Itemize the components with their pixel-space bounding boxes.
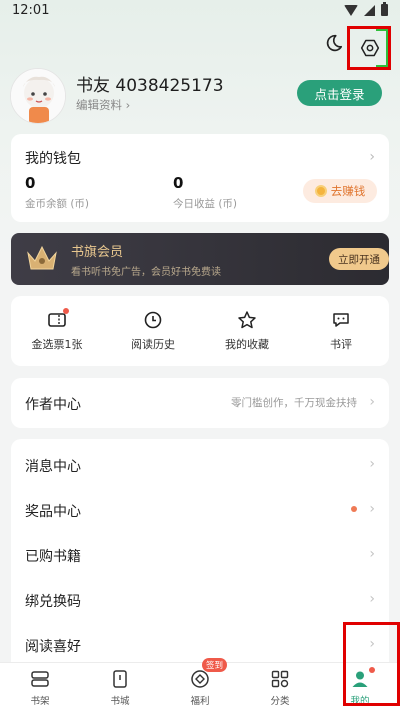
chevron-right-icon: › — [125, 98, 131, 112]
today-earnings-label: 今日收益 (币) — [173, 198, 238, 210]
menu-list: 消息中心 › 奖品中心 › 已购书籍 › 绑兑换码 › 阅读喜好 › — [11, 439, 389, 669]
vip-open-button[interactable]: 立即开通 — [329, 248, 389, 270]
chevron-right-icon: › — [369, 501, 375, 517]
status-bar: 12:01 — [0, 0, 400, 24]
menu-item-prizes[interactable]: 奖品中心 › — [11, 486, 389, 531]
menu-item-label: 绑兑换码 — [25, 594, 81, 610]
quick-item-label: 我的收藏 — [225, 338, 269, 351]
quick-actions-card: 金选票1张 阅读历史 我的收藏 书评 — [11, 296, 389, 366]
bookstore-icon — [113, 670, 127, 688]
status-time: 12:01 — [12, 3, 50, 18]
star-icon — [238, 311, 256, 329]
vip-subtitle: 看书听书免广告，会员好书免费读 — [71, 267, 221, 278]
category-icon — [271, 670, 289, 688]
quick-item-favorites[interactable]: 我的收藏 — [207, 310, 287, 352]
chevron-right-icon: › — [369, 591, 375, 607]
clock-icon — [144, 311, 162, 329]
menu-item-redeem-code[interactable]: 绑兑换码 › — [11, 576, 389, 621]
notification-dot — [351, 506, 357, 512]
author-center-row[interactable]: 作者中心 零门槛创作，千万现金扶持 › — [11, 378, 389, 428]
edit-profile-link[interactable]: 编辑资料 › — [76, 97, 130, 113]
earn-money-button[interactable]: 去赚钱 — [303, 179, 377, 203]
sign-in-badge: 签到 — [202, 658, 228, 672]
bottom-nav: 书架 书城 签到 福利 分类 我的 — [0, 658, 400, 712]
quick-item-reviews[interactable]: 书评 — [301, 310, 381, 352]
menu-item-reading-preference[interactable]: 阅读喜好 › — [11, 621, 389, 666]
crown-icon — [27, 245, 57, 270]
vip-banner[interactable]: 书旗会员 看书听书免广告，会员好书免费读 立即开通 — [11, 233, 389, 285]
nav-label: 分类 — [270, 696, 290, 707]
nav-category[interactable]: 分类 — [250, 669, 310, 707]
chevron-right-icon: › — [369, 546, 375, 562]
coin-balance-value: 0 — [25, 174, 36, 192]
bookshelf-icon — [31, 671, 49, 687]
chevron-right-icon: › — [369, 456, 375, 472]
welfare-icon — [191, 670, 209, 688]
vip-title: 书旗会员 — [71, 245, 124, 260]
menu-item-label: 奖品中心 — [25, 504, 81, 520]
coin-icon — [314, 185, 327, 197]
signal-icon — [364, 4, 375, 16]
nav-label: 福利 — [190, 696, 210, 707]
quick-item-label: 书评 — [330, 338, 352, 351]
avatar[interactable] — [10, 68, 66, 124]
coin-balance-label: 金币余额 (币) — [25, 198, 90, 210]
menu-item-label: 消息中心 — [25, 459, 81, 475]
today-earnings-value: 0 — [173, 174, 184, 192]
chevron-right-icon: › — [369, 149, 375, 165]
menu-item-messages[interactable]: 消息中心 › — [11, 441, 389, 486]
wifi-icon — [344, 4, 358, 16]
nav-welfare[interactable]: 签到 福利 — [170, 658, 230, 707]
battery-icon — [381, 2, 388, 16]
wallet-card[interactable]: 我的钱包 › 0 金币余额 (币) 0 今日收益 (币) 去赚钱 — [11, 134, 389, 222]
author-center-title: 作者中心 — [25, 397, 81, 413]
notification-dot — [63, 308, 69, 314]
night-mode-icon[interactable] — [322, 33, 344, 55]
quick-item-history[interactable]: 阅读历史 — [113, 310, 193, 352]
status-icons — [344, 2, 388, 16]
nav-bookshelf[interactable]: 书架 — [10, 669, 70, 707]
author-center-note: 零门槛创作，千万现金扶持 — [231, 397, 357, 409]
settings-highlight-box — [347, 26, 391, 70]
profile-highlight-box — [343, 622, 400, 706]
nav-label: 书城 — [110, 696, 130, 707]
earn-money-label: 去赚钱 — [330, 184, 366, 198]
quick-item-label: 阅读历史 — [131, 338, 175, 351]
comment-icon — [333, 313, 349, 327]
menu-item-purchased[interactable]: 已购书籍 › — [11, 531, 389, 576]
chevron-right-icon: › — [369, 394, 375, 410]
wallet-title: 我的钱包 — [25, 151, 81, 167]
quick-item-ticket[interactable]: 金选票1张 — [17, 308, 97, 352]
settings-icon[interactable] — [360, 38, 380, 58]
nav-bookstore[interactable]: 书城 — [90, 669, 150, 707]
quick-item-label: 金选票1张 — [31, 338, 83, 351]
login-button[interactable]: 点击登录 — [297, 80, 382, 106]
username: 书友 4038425173 — [76, 76, 224, 96]
edit-profile-label: 编辑资料 — [76, 98, 122, 112]
nav-label: 书架 — [30, 696, 50, 707]
avatar-illustration — [11, 69, 65, 123]
menu-item-label: 阅读喜好 — [25, 639, 81, 655]
menu-item-label: 已购书籍 — [25, 549, 81, 565]
